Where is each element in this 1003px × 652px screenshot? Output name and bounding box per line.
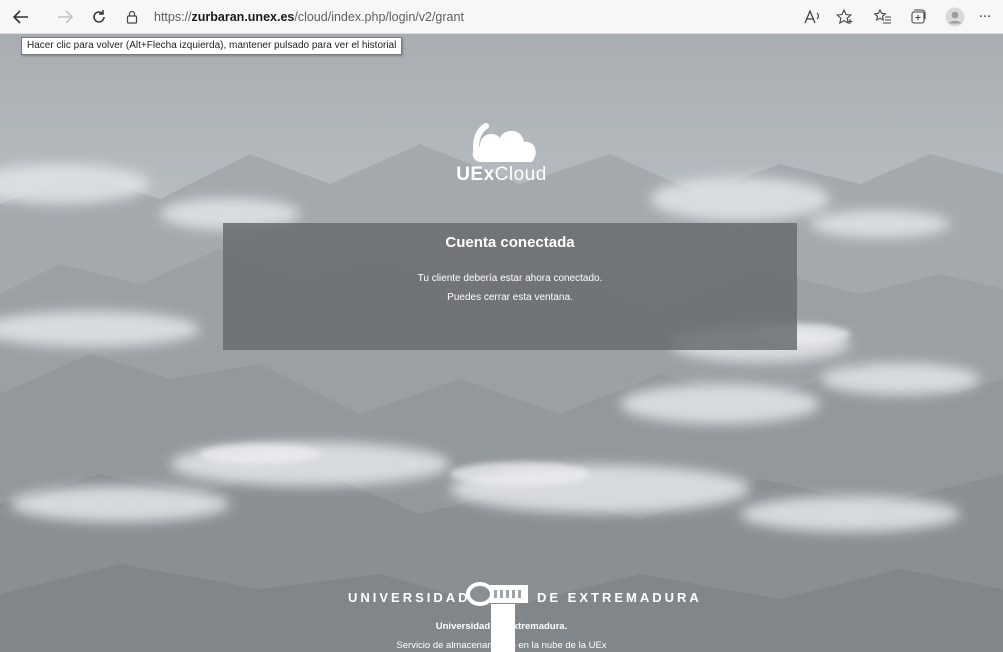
card-message-line2: Puedes cerrar esta ventana. — [447, 292, 573, 303]
collections-button[interactable] — [905, 5, 931, 29]
arrow-left-icon — [13, 10, 28, 24]
lock-icon — [126, 10, 146, 24]
more-icon: ··· — [978, 9, 992, 25]
url-prefix: https:// — [154, 10, 192, 24]
url-domain: zurbaran.unex.es — [191, 10, 295, 24]
favorites-button[interactable] — [870, 5, 896, 29]
brand-rest: Cloud — [494, 164, 547, 185]
collections-icon — [911, 9, 926, 24]
connected-card: Cuenta conectada Tu cliente debería esta… — [223, 223, 797, 350]
back-tooltip: Hacer clic para volver (Alt+Flecha izqui… — [21, 37, 403, 55]
card-message-line1: Tu cliente debería estar ahora conectado… — [417, 273, 603, 284]
url-path: /cloud/index.php/login/v2/grant — [294, 10, 464, 24]
university-name-left: UNIVERSIDAD — [348, 590, 471, 605]
footer-university: Universidad de Extremadura. — [435, 621, 568, 632]
arrow-right-icon — [58, 10, 73, 24]
avatar-icon — [945, 7, 965, 27]
address-bar[interactable]: https://zurbaran.unex.es/cloud/index.php… — [126, 6, 826, 28]
uexcloud-wordmark: UExCloud — [0, 164, 1003, 186]
favorites-list-icon — [874, 9, 891, 24]
settings-menu-button[interactable]: ··· — [972, 5, 998, 29]
read-aloud-icon — [804, 10, 819, 24]
read-aloud-button[interactable] — [800, 5, 826, 29]
cloud-icon — [472, 123, 536, 162]
star-plus-icon — [836, 9, 853, 25]
back-button[interactable] — [8, 5, 34, 29]
university-name-right: DE EXTREMADURA — [537, 590, 702, 605]
reload-icon — [93, 10, 105, 23]
brand-bold: UEx — [456, 164, 495, 185]
add-favorite-button[interactable] — [832, 5, 858, 29]
forward-button[interactable] — [52, 5, 78, 29]
page-background: UExCloud Cuenta conectada Tu cliente deb… — [0, 34, 1003, 652]
profile-button[interactable] — [942, 5, 968, 29]
browser-toolbar: https://zurbaran.unex.es/cloud/index.php… — [0, 0, 1003, 34]
card-title: Cuenta conectada — [445, 234, 575, 251]
footer-service: Servicio de almacenamiento en la nube de… — [396, 640, 607, 651]
reload-button[interactable] — [86, 5, 112, 29]
